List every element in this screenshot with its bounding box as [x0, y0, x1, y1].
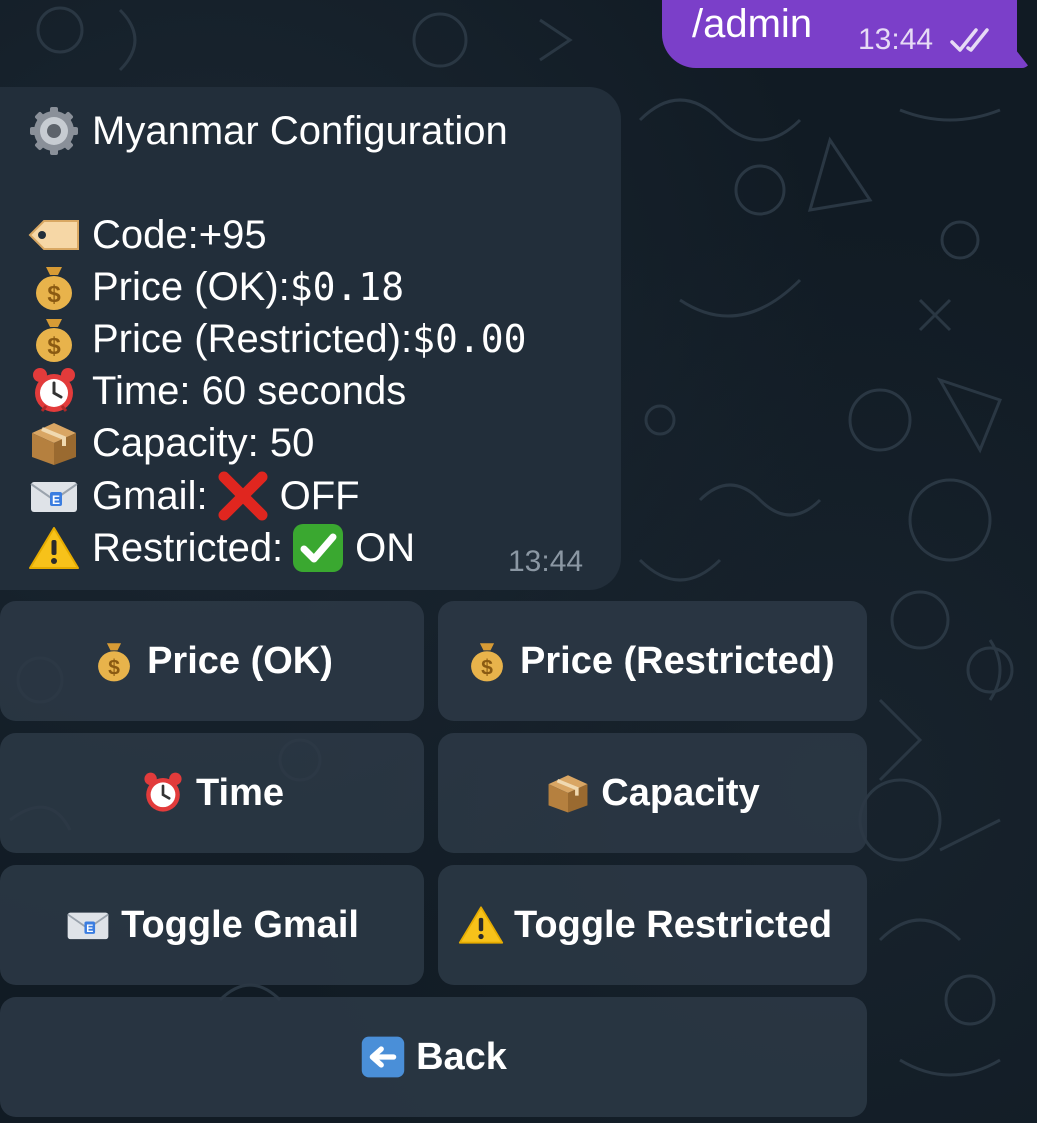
bot-message-time: 13:44 [508, 545, 584, 578]
price-restricted-label: Price (Restricted): [92, 317, 413, 361]
warning-icon [458, 903, 504, 947]
package-icon [28, 419, 80, 467]
capacity-button-label: Capacity [601, 771, 760, 814]
outgoing-message-text: /admin [692, 2, 813, 46]
toggle-gmail-button-label: Toggle Gmail [121, 903, 359, 946]
capacity-text: Capacity: 50 [92, 421, 315, 465]
price-ok-label: Price (OK): [92, 265, 290, 309]
gear-icon [28, 107, 80, 155]
price-ok-line: $ Price (OK): $0.18 [28, 263, 404, 311]
code-line: Code: +95 [28, 211, 267, 259]
svg-text:E: E [52, 493, 60, 507]
restricted-status: ON [355, 526, 416, 570]
alarm-clock-icon [140, 771, 186, 815]
capacity-button[interactable]: Capacity [438, 733, 867, 853]
code-label: Code: [92, 213, 199, 257]
back-arrow-icon [360, 1035, 406, 1079]
price-restricted-value: $0.00 [412, 317, 527, 361]
envelope-icon: E [65, 903, 111, 947]
price-restricted-button-label: Price (Restricted) [520, 639, 835, 682]
price-ok-button[interactable]: $ Price (OK) [0, 601, 424, 721]
svg-text:$: $ [47, 281, 61, 308]
outgoing-message-time: 13:44 [858, 23, 934, 56]
envelope-icon: E [28, 472, 80, 520]
restricted-line: Restricted: ON [28, 523, 415, 573]
money-bag-icon: $ [28, 315, 80, 363]
double-check-icon [950, 28, 989, 52]
time-line: Time: 60 seconds [28, 367, 406, 415]
warning-icon [28, 524, 80, 572]
svg-text:$: $ [481, 656, 493, 679]
code-value: +95 [198, 213, 267, 257]
package-icon [545, 771, 591, 815]
money-bag-icon: $ [464, 639, 510, 683]
alarm-clock-icon [28, 367, 80, 415]
back-button[interactable]: Back [0, 997, 867, 1117]
money-bag-icon: $ [28, 263, 80, 311]
tag-icon [28, 211, 80, 259]
price-ok-button-label: Price (OK) [147, 639, 333, 682]
time-button[interactable]: Time [0, 733, 424, 853]
svg-text:$: $ [108, 656, 120, 679]
gmail-label: Gmail: [92, 474, 208, 518]
capacity-line: Capacity: 50 [28, 419, 314, 467]
toggle-restricted-button-label: Toggle Restricted [514, 903, 833, 946]
time-text: Time: 60 seconds [92, 369, 407, 413]
price-restricted-button[interactable]: $ Price (Restricted) [438, 601, 867, 721]
money-bag-icon: $ [91, 639, 137, 683]
cross-mark-icon [216, 471, 270, 521]
gmail-status: OFF [279, 474, 360, 518]
svg-text:$: $ [47, 333, 61, 360]
gmail-line: E Gmail: OFF [28, 471, 360, 521]
message-title-text: Myanmar Configuration [92, 109, 508, 153]
check-mark-icon [291, 523, 345, 573]
time-button-label: Time [195, 771, 284, 814]
toggle-gmail-button[interactable]: E Toggle Gmail [0, 865, 424, 985]
svg-text:E: E [86, 923, 93, 935]
toggle-restricted-button[interactable]: Toggle Restricted [438, 865, 867, 985]
price-restricted-line: $ Price (Restricted): $0.00 [28, 315, 526, 363]
restricted-label: Restricted: [92, 526, 284, 570]
price-ok-value: $0.18 [289, 265, 405, 309]
back-button-label: Back [416, 1035, 507, 1078]
message-title: Myanmar Configuration [28, 107, 508, 155]
